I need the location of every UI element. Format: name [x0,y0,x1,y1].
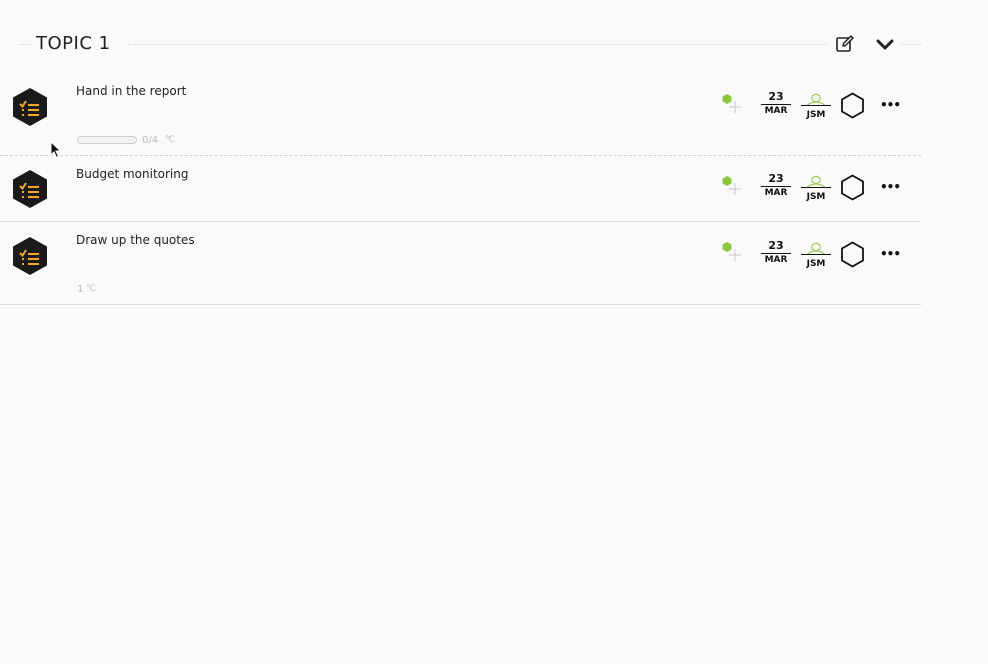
topic-divider [128,44,828,45]
more-options-icon[interactable]: ••• [880,99,901,111]
due-date[interactable]: 23 MAR [760,91,792,116]
chevron-down-icon[interactable] [874,33,896,55]
checklist-icon [13,170,47,208]
more-options-icon[interactable]: ••• [880,181,901,193]
assignee-initials: JSM [806,110,826,120]
task-row[interactable]: Budget monitoring 23 MAR JSM ••• [0,156,921,222]
task-title[interactable]: Budget monitoring [76,167,188,181]
assignee-avatar-icon [801,175,831,189]
due-date-month: MAR [764,106,788,116]
task-row[interactable]: Hand in the report 0/4 ℃ 23 MAR JSM ••• [0,70,921,156]
topic-divider-left [20,44,32,45]
row-divider [0,304,921,305]
assignee-initials: JSM [806,192,826,202]
topic-divider-right [900,44,921,45]
due-date[interactable]: 23 MAR [760,173,792,198]
date-divider [761,186,791,187]
task-row[interactable]: Draw up the quotes 1 ℃ 23 MAR JSM ••• [0,222,921,304]
status-hexagon-icon[interactable] [840,241,865,268]
assignee-initials: JSM [806,259,826,269]
due-date-month: MAR [764,188,788,198]
checklist-icon [13,88,47,126]
status-hexagon-icon[interactable] [840,174,865,201]
add-tag-icon[interactable] [721,175,743,197]
task-title[interactable]: Hand in the report [76,84,186,98]
edit-icon[interactable] [834,33,856,55]
due-date-day: 23 [768,239,784,252]
add-tag-icon[interactable] [721,93,743,115]
status-hexagon-icon[interactable] [840,92,865,119]
more-options-icon[interactable]: ••• [880,248,901,260]
checklist-progress-bar [77,136,137,144]
comment-count: 1 [77,284,84,295]
due-date[interactable]: 23 MAR [760,240,792,265]
assignee-avatar-icon [801,242,831,256]
checklist-icon [13,237,47,275]
task-title[interactable]: Draw up the quotes [76,233,195,247]
due-date-month: MAR [764,255,788,265]
assignee[interactable]: JSM [800,173,832,202]
mouse-cursor-icon [50,141,62,159]
date-divider [761,104,791,105]
add-tag-icon[interactable] [721,241,743,263]
comment-icon: ℃ [86,284,97,294]
checklist-progress-text: 0/4 [142,135,159,146]
assignee-avatar-icon [801,93,831,107]
topic-title: TOPIC 1 [36,33,121,54]
due-date-day: 23 [768,172,784,185]
assignee[interactable]: JSM [800,91,832,120]
due-date-day: 23 [768,90,784,103]
comment-icon: ℃ [165,135,176,145]
assignee[interactable]: JSM [800,240,832,269]
date-divider [761,253,791,254]
